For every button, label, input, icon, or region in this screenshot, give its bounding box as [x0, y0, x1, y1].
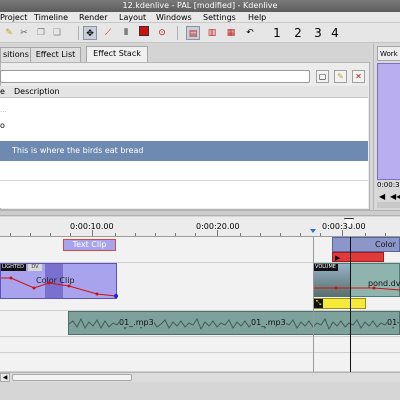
- timeline-scrollbar[interactable]: ◀: [0, 372, 400, 382]
- color-clip[interactable]: LIGHTED DV Color Clip: [0, 263, 118, 300]
- tab-label: Effect Stack: [93, 49, 141, 58]
- timeline-tracks: Text Clip Color ▶ LIGHTED DV Color Clip …: [0, 237, 400, 372]
- clip-label: 01_.mp3: [119, 318, 154, 327]
- add-marker-icon[interactable]: [137, 26, 151, 40]
- menu-bar: Project Timeline Render Layout Windows S…: [0, 12, 400, 23]
- list-item[interactable]: ...: [0, 106, 368, 118]
- ruler-label: 0:00:30.00: [322, 222, 366, 231]
- tab-work-monitor[interactable]: Work: [377, 46, 400, 61]
- ruler-label: 0:00:10.00: [70, 222, 114, 231]
- paste-icon[interactable]: ❏: [50, 26, 64, 40]
- track-view-icon[interactable]: ▥: [205, 26, 219, 40]
- snap-icon[interactable]: ▤: [186, 26, 200, 40]
- column-description-header[interactable]: Description: [14, 86, 60, 98]
- window-title: 12.kdenlive - PAL [modified] - Kdenlive: [122, 1, 278, 10]
- main-toolbar: ✎ ✂ ❐ ❏ ✥ ⟋ ⫴ ⊙ ▤ ▥ ▦ ↶ 1 2 3 4: [0, 23, 400, 43]
- tab-label: sitions: [3, 50, 29, 59]
- delete-icon[interactable]: ✕: [352, 70, 365, 83]
- copy-icon[interactable]: ❐: [34, 26, 48, 40]
- zoom-level-3[interactable]: 3: [313, 26, 323, 40]
- tab-effect-list[interactable]: Effect List: [30, 47, 81, 62]
- zoom-level-2[interactable]: 2: [293, 26, 303, 40]
- zoom-level-1[interactable]: 1: [272, 26, 282, 40]
- tab-label: Effect List: [35, 50, 76, 59]
- pond-video-clip[interactable]: VOLUME pond.dv: [313, 263, 400, 297]
- monitor-preview: [377, 63, 400, 180]
- tab-label: Work: [380, 50, 398, 58]
- zone-line: [313, 237, 314, 372]
- list-item[interactable]: o: [0, 120, 368, 132]
- rewind-icon[interactable]: ◀: [379, 193, 387, 201]
- menu-render[interactable]: Render: [79, 12, 107, 23]
- remove-marker-icon[interactable]: ⊙: [155, 26, 169, 40]
- panel-splitter[interactable]: [0, 210, 400, 216]
- list-divider: [0, 180, 368, 181]
- dock-tab-row: sitions Effect List Effect Stack: [0, 44, 370, 62]
- razor-tool-icon[interactable]: ⟋: [101, 26, 115, 40]
- spacer-tool-icon[interactable]: ⫴: [119, 26, 133, 40]
- list-item-text: o: [0, 121, 5, 130]
- column-name-header[interactable]: e: [0, 86, 5, 98]
- monitor-position-bar[interactable]: [377, 202, 400, 208]
- toolbar-separator: [78, 26, 79, 40]
- effect-description: This is where the birds eat bread: [12, 146, 144, 155]
- tab-transitions[interactable]: sitions: [0, 47, 32, 62]
- menu-layout[interactable]: Layout: [119, 12, 146, 23]
- track-compact-icon[interactable]: ▦: [224, 26, 238, 40]
- track-lane: [0, 337, 400, 353]
- transition-clip[interactable]: ⤡: [313, 298, 366, 309]
- transition-clip[interactable]: ▶: [332, 252, 384, 262]
- clip-label: Text Clip: [72, 240, 107, 249]
- undo-icon[interactable]: ↶: [243, 26, 257, 40]
- tab-effect-stack[interactable]: Effect Stack: [86, 46, 148, 62]
- monitor-timecode: 0:00:3: [377, 181, 400, 189]
- move-tool-icon[interactable]: ✥: [83, 26, 97, 40]
- effect-search-input[interactable]: [0, 70, 310, 83]
- transition-icon: ▶: [335, 254, 341, 262]
- clip-label: 01: [387, 318, 398, 327]
- zone-marker-icon[interactable]: [310, 229, 316, 233]
- color-clip-right[interactable]: Color: [332, 237, 400, 252]
- menu-timeline[interactable]: Timeline: [34, 12, 68, 23]
- timeline-ruler[interactable]: 0:00:10.00 0:00:20.00 0:00:30.00: [0, 217, 400, 237]
- cut-icon[interactable]: ✂: [17, 26, 31, 40]
- menu-project[interactable]: Project: [0, 12, 27, 23]
- keyframe-curve[interactable]: [1, 264, 118, 300]
- monitor-panel: Work 0:00:3 ◀ ◀◀: [373, 44, 400, 210]
- playhead-line[interactable]: [350, 237, 351, 372]
- track-lane: [0, 353, 400, 372]
- edit-icon[interactable]: ✎: [334, 70, 347, 83]
- menu-windows[interactable]: Windows: [156, 12, 192, 23]
- clip-label: Color: [375, 240, 396, 249]
- list-item-selected[interactable]: This is where the birds eat bread: [0, 141, 368, 161]
- window-titlebar: 12.kdenlive - PAL [modified] - Kdenlive: [0, 0, 400, 12]
- menu-settings[interactable]: Settings: [203, 12, 236, 23]
- clip-label: pond.dv: [368, 279, 400, 288]
- list-item-text: ...: [0, 106, 7, 114]
- clip-label: 01_.mp3: [251, 318, 286, 327]
- text-clip[interactable]: Text Clip: [63, 239, 116, 251]
- ruler-label: 0:00:20.00: [196, 222, 240, 231]
- play-icon[interactable]: ◀◀: [390, 193, 400, 201]
- menu-help[interactable]: Help: [248, 12, 266, 23]
- transition-icon: ⤡: [314, 299, 323, 308]
- scrollbar-thumb[interactable]: [12, 374, 132, 381]
- status-bar: [0, 382, 400, 400]
- open-icon[interactable]: ✎: [2, 26, 16, 40]
- zoom-level-4[interactable]: 4: [330, 26, 340, 40]
- toolbar-separator: [177, 26, 178, 40]
- scroll-left-icon[interactable]: ◀: [0, 373, 10, 382]
- new-document-icon[interactable]: ▢: [316, 70, 329, 83]
- effect-list-header: e Description: [0, 86, 368, 98]
